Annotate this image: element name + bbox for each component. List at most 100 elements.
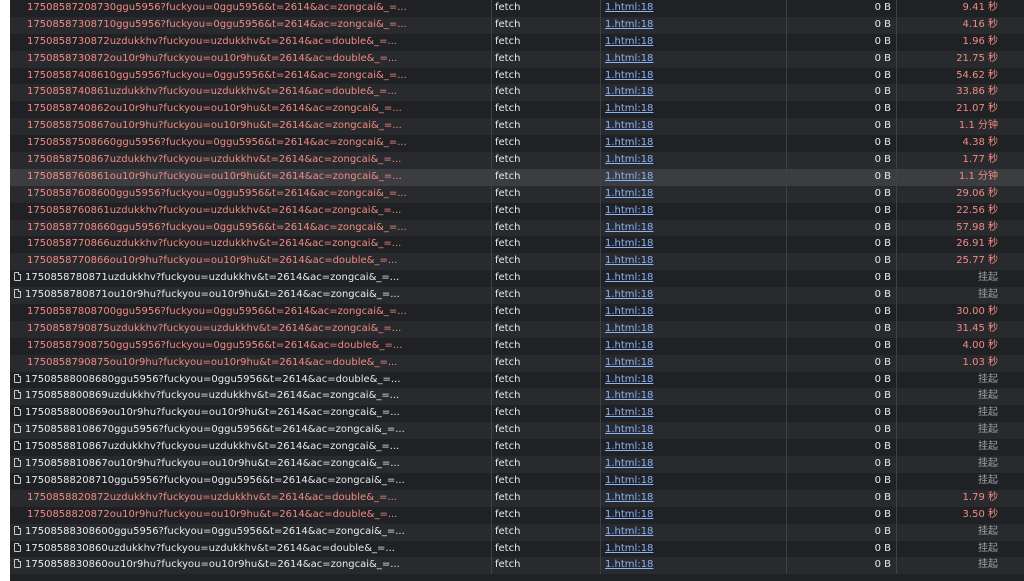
initiator-link[interactable]: 1.html:18 <box>605 86 653 97</box>
request-row[interactable]: 1750858810867uzdukkhv?fuckyou=uzdukkhv&t… <box>10 439 1024 457</box>
initiator-link[interactable]: 1.html:18 <box>605 340 653 351</box>
initiator-link[interactable]: 1.html:18 <box>605 222 653 233</box>
request-name-cell[interactable]: 1750858800869ou10r9hu?fuckyou=ou10r9hu&t… <box>10 405 490 422</box>
request-row[interactable]: 17508588008680ggu5956?fuckyou=0ggu5956&t… <box>10 371 1024 389</box>
request-name-cell[interactable]: 17508587308710ggu5956?fuckyou=0ggu5956&t… <box>10 17 490 34</box>
request-row[interactable]: 17508587408610ggu5956?fuckyou=0ggu5956&t… <box>10 67 1024 85</box>
request-name-cell[interactable]: 1750858830860ou10r9hu?fuckyou=ou10r9hu&t… <box>10 557 490 574</box>
request-name-cell[interactable]: 1750858770866uzdukkhv?fuckyou=uzdukkhv&t… <box>10 236 490 253</box>
initiator-link[interactable]: 1.html:18 <box>605 323 653 334</box>
request-row[interactable]: 1750858820872uzdukkhv?fuckyou=uzdukkhv&t… <box>10 489 1024 507</box>
request-row[interactable]: 1750858800869uzdukkhv?fuckyou=uzdukkhv&t… <box>10 388 1024 406</box>
request-row[interactable]: 1750858760861uzdukkhv?fuckyou=uzdukkhv&t… <box>10 202 1024 220</box>
request-row[interactable]: 17508587308710ggu5956?fuckyou=0ggu5956&t… <box>10 16 1024 34</box>
initiator-link[interactable]: 1.html:18 <box>605 407 653 418</box>
request-row[interactable]: 1750858790875uzdukkhv?fuckyou=uzdukkhv&t… <box>10 320 1024 338</box>
initiator-link[interactable]: 1.html:18 <box>605 70 653 81</box>
initiator-link[interactable]: 1.html:18 <box>605 509 653 520</box>
request-row[interactable]: 17508588308600ggu5956?fuckyou=0ggu5956&t… <box>10 523 1024 541</box>
request-row[interactable]: 1750858740862ou10r9hu?fuckyou=ou10r9hu&t… <box>10 101 1024 119</box>
request-name-cell[interactable]: 1750858790875uzdukkhv?fuckyou=uzdukkhv&t… <box>10 321 490 338</box>
request-name-cell[interactable]: 1750858750867uzdukkhv?fuckyou=uzdukkhv&t… <box>10 152 490 169</box>
request-row[interactable]: 17508587608600ggu5956?fuckyou=0ggu5956&t… <box>10 185 1024 203</box>
initiator-link[interactable]: 1.html:18 <box>605 238 653 249</box>
initiator-link[interactable]: 1.html:18 <box>605 374 653 385</box>
request-row[interactable]: 1750858830860uzdukkhv?fuckyou=uzdukkhv&t… <box>10 540 1024 558</box>
request-row[interactable]: 1750858780871ou10r9hu?fuckyou=ou10r9hu&t… <box>10 287 1024 305</box>
request-name-cell[interactable]: 17508587908750ggu5956?fuckyou=0ggu5956&t… <box>10 338 490 355</box>
initiator-link[interactable]: 1.html:18 <box>605 306 653 317</box>
request-row[interactable]: 17508587708660ggu5956?fuckyou=0ggu5956&t… <box>10 219 1024 237</box>
request-name-cell[interactable]: 1750858810867ou10r9hu?fuckyou=ou10r9hu&t… <box>10 456 490 473</box>
initiator-link[interactable]: 1.html:18 <box>605 137 653 148</box>
request-name-cell[interactable]: 1750858730872ou10r9hu?fuckyou=ou10r9hu&t… <box>10 51 490 68</box>
request-row[interactable]: 17508587508660ggu5956?fuckyou=0ggu5956&t… <box>10 135 1024 153</box>
request-name-cell[interactable]: 1750858820872uzdukkhv?fuckyou=uzdukkhv&t… <box>10 490 490 507</box>
initiator-link[interactable]: 1.html:18 <box>605 492 653 503</box>
request-row[interactable]: 1750858810867ou10r9hu?fuckyou=ou10r9hu&t… <box>10 456 1024 473</box>
request-name-cell[interactable]: 1750858830860uzdukkhv?fuckyou=uzdukkhv&t… <box>10 541 490 558</box>
initiator-link[interactable]: 1.html:18 <box>605 526 653 537</box>
initiator-link[interactable]: 1.html:18 <box>605 458 653 469</box>
request-name-cell[interactable]: 17508588108670ggu5956?fuckyou=0ggu5956&t… <box>10 422 490 439</box>
initiator-link[interactable]: 1.html:18 <box>605 357 653 368</box>
initiator-link[interactable]: 1.html:18 <box>605 255 653 266</box>
request-name-cell[interactable]: 1750858760861uzdukkhv?fuckyou=uzdukkhv&t… <box>10 203 490 220</box>
initiator-link[interactable]: 1.html:18 <box>605 289 653 300</box>
request-row[interactable]: 1750858760861ou10r9hu?fuckyou=ou10r9hu&t… <box>10 168 1024 186</box>
initiator-link[interactable]: 1.html:18 <box>605 171 653 182</box>
initiator-link[interactable]: 1.html:18 <box>605 543 653 554</box>
request-name-cell[interactable]: 17508587408610ggu5956?fuckyou=0ggu5956&t… <box>10 68 490 85</box>
request-name-cell[interactable]: 17508587708660ggu5956?fuckyou=0ggu5956&t… <box>10 220 490 237</box>
request-row[interactable]: 1750858730872ou10r9hu?fuckyou=ou10r9hu&t… <box>10 50 1024 68</box>
initiator-link[interactable]: 1.html:18 <box>605 188 653 199</box>
request-row[interactable]: 1750858820872ou10r9hu?fuckyou=ou10r9hu&t… <box>10 506 1024 524</box>
request-name-cell[interactable]: 1750858780871uzdukkhv?fuckyou=uzdukkhv&t… <box>10 270 490 287</box>
request-row[interactable]: 17508588108670ggu5956?fuckyou=0ggu5956&t… <box>10 422 1024 440</box>
initiator-link[interactable]: 1.html:18 <box>605 36 653 47</box>
request-row[interactable]: 1750858780871uzdukkhv?fuckyou=uzdukkhv&t… <box>10 270 1024 288</box>
request-row[interactable]: 1750858730872uzdukkhv?fuckyou=uzdukkhv&t… <box>10 33 1024 51</box>
initiator-link[interactable]: 1.html:18 <box>605 475 653 486</box>
request-name-cell[interactable]: 17508587808700ggu5956?fuckyou=0ggu5956&t… <box>10 304 490 321</box>
request-row[interactable]: 1750858800869ou10r9hu?fuckyou=ou10r9hu&t… <box>10 405 1024 423</box>
request-row[interactable]: 17508587808700ggu5956?fuckyou=0ggu5956&t… <box>10 304 1024 321</box>
request-name-cell[interactable]: 17508587508660ggu5956?fuckyou=0ggu5956&t… <box>10 135 490 152</box>
request-row[interactable]: 1750858770866uzdukkhv?fuckyou=uzdukkhv&t… <box>10 236 1024 254</box>
request-name-cell[interactable]: 1750858780871ou10r9hu?fuckyou=ou10r9hu&t… <box>10 287 490 304</box>
request-name-cell[interactable]: 1750858740862ou10r9hu?fuckyou=ou10r9hu&t… <box>10 101 490 118</box>
request-row[interactable]: 1750858790875ou10r9hu?fuckyou=ou10r9hu&t… <box>10 354 1024 372</box>
request-name-cell[interactable]: 1750858720873​0ggu5956?fuckyou=0ggu5956&… <box>10 0 490 17</box>
initiator-link[interactable]: 1.html:18 <box>605 559 653 570</box>
request-name-cell[interactable]: 1750858770866ou10r9hu?fuckyou=ou10r9hu&t… <box>10 253 490 270</box>
request-name-cell[interactable]: 17508588308600ggu5956?fuckyou=0ggu5956&t… <box>10 524 490 541</box>
initiator-link[interactable]: 1.html:18 <box>605 441 653 452</box>
request-row[interactable]: 1750858830860ou10r9hu?fuckyou=ou10r9hu&t… <box>10 557 1024 575</box>
request-name-cell[interactable]: 17508588008680ggu5956?fuckyou=0ggu5956&t… <box>10 372 490 389</box>
request-row[interactable]: 1750858750867uzdukkhv?fuckyou=uzdukkhv&t… <box>10 152 1024 169</box>
initiator-link[interactable]: 1.html:18 <box>605 205 653 216</box>
initiator-link[interactable]: 1.html:18 <box>605 154 653 165</box>
initiator-link[interactable]: 1.html:18 <box>605 53 653 64</box>
request-name-cell[interactable]: 17508587608600ggu5956?fuckyou=0ggu5956&t… <box>10 186 490 203</box>
request-name-cell[interactable]: 1750858790875ou10r9hu?fuckyou=ou10r9hu&t… <box>10 355 490 372</box>
request-row[interactable]: 1750858750867ou10r9hu?fuckyou=ou10r9hu&t… <box>10 118 1024 136</box>
request-name-cell[interactable]: 1750858820872ou10r9hu?fuckyou=ou10r9hu&t… <box>10 507 490 524</box>
initiator-link[interactable]: 1.html:18 <box>605 103 653 114</box>
request-row[interactable]: 17508588208710ggu5956?fuckyou=0ggu5956&t… <box>10 472 1024 490</box>
request-name-cell[interactable]: 17508588208710ggu5956?fuckyou=0ggu5956&t… <box>10 473 490 490</box>
request-name-cell[interactable]: 1750858740861uzdukkhv?fuckyou=uzdukkhv&t… <box>10 84 490 101</box>
initiator-link[interactable]: 1.html:18 <box>605 272 653 283</box>
request-name-cell[interactable]: 1750858800869uzdukkhv?fuckyou=uzdukkhv&t… <box>10 388 490 405</box>
initiator-link[interactable]: 1.html:18 <box>605 390 653 401</box>
request-name-cell[interactable]: 1750858750867ou10r9hu?fuckyou=ou10r9hu&t… <box>10 118 490 135</box>
request-name-cell[interactable]: 1750858730872uzdukkhv?fuckyou=uzdukkhv&t… <box>10 34 490 51</box>
request-row[interactable]: 1750858740861uzdukkhv?fuckyou=uzdukkhv&t… <box>10 84 1024 102</box>
request-name-cell[interactable]: 1750858810867uzdukkhv?fuckyou=uzdukkhv&t… <box>10 439 490 456</box>
request-row[interactable]: 1750858770866ou10r9hu?fuckyou=ou10r9hu&t… <box>10 253 1024 271</box>
request-name-cell[interactable]: 1750858760861ou10r9hu?fuckyou=ou10r9hu&t… <box>10 169 490 186</box>
request-row[interactable]: 1750858720873​0ggu5956?fuckyou=0ggu5956&… <box>10 0 1024 17</box>
initiator-link[interactable]: 1.html:18 <box>605 19 653 30</box>
initiator-link[interactable]: 1.html:18 <box>605 120 653 131</box>
initiator-link[interactable]: 1.html:18 <box>605 2 653 13</box>
